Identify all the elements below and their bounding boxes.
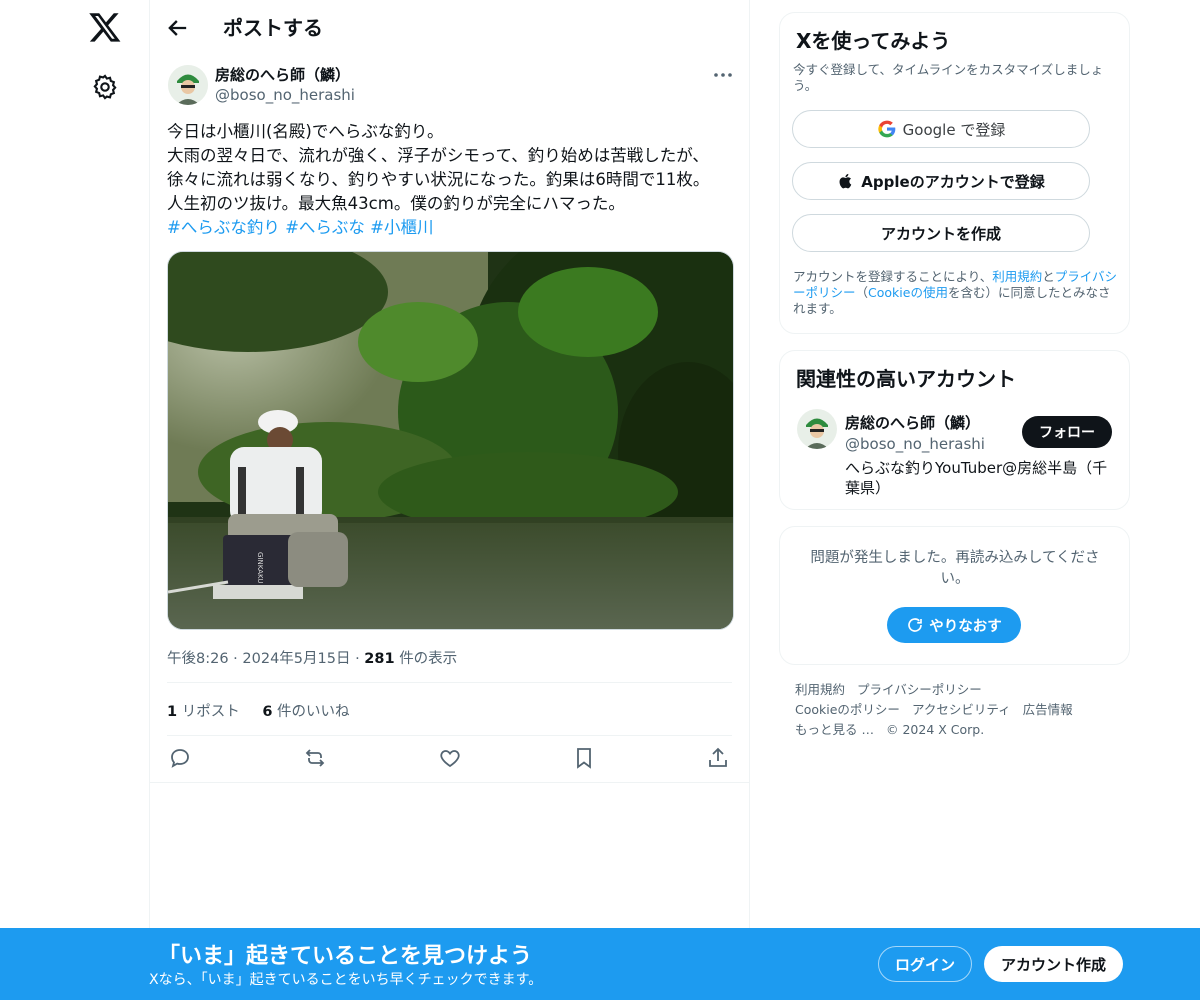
bookmark-icon[interactable] — [572, 746, 600, 774]
account-handle[interactable]: @boso_no_herashi — [845, 435, 985, 453]
follow-button[interactable]: フォロー — [1022, 416, 1112, 448]
share-icon[interactable] — [706, 746, 734, 774]
reply-icon[interactable] — [168, 746, 196, 774]
divider — [167, 735, 732, 736]
tweet-line: 人生初のツ抜け。最大魚43cm。僕の釣りが完全にハマった。 — [167, 194, 625, 213]
footer-link[interactable]: 利用規約 — [795, 682, 845, 697]
google-g-icon — [877, 120, 895, 138]
terms-link[interactable]: 利用規約 — [992, 269, 1042, 284]
footer-link[interactable]: アクセシビリティ — [912, 702, 1011, 717]
reposts-count: 1 — [167, 704, 178, 720]
retry-label: やりなおす — [929, 618, 1002, 635]
tweet-stats: 1 リポスト 6 件のいいね — [167, 700, 350, 721]
divider — [150, 782, 749, 783]
footer-link[interactable]: Cookieのポリシー — [795, 702, 900, 717]
divider — [167, 682, 732, 683]
legal-text-part: （ — [855, 285, 869, 300]
tweet-line: 徐々に流れは弱くなり、釣りやすい状況になった。釣果は6時間で11枚。 — [167, 170, 710, 189]
tweet-time[interactable]: 午後8:26 — [167, 651, 229, 667]
error-message: 問題が発生しました。再読み込みしてください。 — [810, 550, 1100, 587]
login-button[interactable]: ログイン — [878, 946, 972, 982]
retry-button[interactable]: やりなおす — [887, 607, 1021, 643]
legal-text-part: アカウントを登録することにより、 — [793, 269, 993, 284]
signup-card-title: Xを使ってみよう — [796, 29, 951, 53]
tweet-line: 今日は小櫃川(名殿)でへらぶな釣り。 — [167, 122, 444, 141]
more-options-icon[interactable] — [710, 64, 736, 86]
reposts-stat[interactable]: 1 リポスト — [167, 704, 240, 720]
google-signup-label: Google で登録 — [902, 120, 1006, 139]
reposts-label: リポスト — [181, 704, 240, 720]
like-heart-icon[interactable] — [438, 746, 466, 774]
bottom-banner: 「いま」起きていることを見つけよう Xなら、「いま」起きていることをいち早くチェ… — [0, 928, 1200, 1000]
signup-card: Xを使ってみよう 今すぐ登録して、タイムラインをカスタマイズしましょう。 Goo… — [779, 12, 1130, 334]
hashtag-link[interactable]: #へらぶな — [285, 218, 365, 237]
apple-signup-button[interactable]: Appleのアカウントで登録 — [792, 162, 1090, 200]
hashtag-link[interactable]: #小櫃川 — [370, 218, 433, 237]
apple-logo-icon — [839, 173, 852, 189]
repost-icon[interactable] — [303, 746, 331, 774]
hashtag-link[interactable]: #へらぶな釣り — [167, 218, 280, 237]
author-name[interactable]: 房総のへら師（鱗） — [215, 64, 350, 85]
hashtag-row: #へらぶな釣り #へらぶな #小櫃川 — [167, 216, 737, 240]
likes-stat[interactable]: 6 件のいいね — [262, 704, 349, 720]
refresh-icon — [908, 618, 923, 632]
legal-text: アカウントを登録することにより、利用規約とプライバシーポリシー（Cookieの使… — [793, 269, 1118, 317]
author-handle[interactable]: @boso_no_herashi — [215, 86, 355, 104]
page-title: ポストする — [223, 16, 323, 40]
tweet-text: 今日は小櫃川(名殿)でへらぶな釣り。大雨の翌々日で、流れが強く、浮子がシモって、… — [167, 120, 737, 240]
tweet-meta: 午後8:26 · 2024年5月15日 · 281 件の表示 — [167, 651, 458, 667]
main-column: ポストする 房総のへら師（鱗） @boso_no_herashi 今日は小櫃川(… — [149, 0, 750, 1000]
tweet-line: 大雨の翌々日で、流れが強く、浮子がシモって、釣り始めは苦戦したが、 — [167, 146, 709, 165]
create-account-label: アカウントを作成 — [880, 224, 1001, 243]
create-account-button[interactable]: アカウントを作成 — [792, 214, 1090, 252]
x-logo-icon[interactable] — [88, 10, 122, 44]
views-label: 件の表示 — [399, 651, 458, 667]
back-arrow-icon[interactable] — [164, 14, 192, 42]
signup-card-subtitle: 今すぐ登録して、タイムラインをカスタマイズしましょう。 — [793, 62, 1104, 93]
account-bio: へらぶな釣りYouTuber@房総半島（千葉県） — [845, 459, 1108, 497]
relevant-accounts-card: 関連性の高いアカウント 房総のへら師（鱗） @boso_no_herashi フ… — [779, 350, 1130, 510]
tweet-photo[interactable]: GINKAKU — [167, 251, 734, 630]
views-count: 281 — [364, 651, 395, 667]
account-name[interactable]: 房総のへら師（鱗） — [845, 412, 980, 433]
banner-signup-button[interactable]: アカウント作成 — [984, 946, 1123, 982]
google-signup-button[interactable]: Google で登録 — [792, 110, 1090, 148]
seat-brand-label: GINKAKU — [256, 552, 264, 584]
relevant-accounts-title: 関連性の高いアカウント — [796, 367, 1016, 391]
likes-count: 6 — [262, 704, 273, 720]
copyright: © 2024 X Corp. — [885, 722, 985, 737]
account-avatar[interactable] — [797, 409, 837, 449]
footer-links: 利用規約 プライバシーポリシー Cookieのポリシー アクセシビリティ 広告情報 も… — [795, 680, 1125, 740]
footer-link[interactable]: プライバシーポリシー — [857, 682, 982, 697]
author-avatar[interactable] — [168, 65, 208, 105]
footer-link[interactable]: もっと見る … — [795, 722, 874, 737]
cookie-link[interactable]: Cookieの使用 — [868, 285, 948, 300]
error-card: 問題が発生しました。再読み込みしてください。 やりなおす — [779, 526, 1130, 665]
legal-text-part: と — [1042, 269, 1055, 284]
footer-link[interactable]: 広告情報 — [1023, 702, 1073, 717]
likes-label: 件のいいね — [277, 704, 350, 720]
tweet-date[interactable]: 2024年5月15日 — [242, 651, 350, 667]
banner-title: 「いま」起きていることを見つけよう — [158, 944, 533, 969]
banner-subtitle: Xなら、「いま」起きていることをいち早くチェックできます。 — [149, 972, 543, 988]
apple-signup-label: Appleのアカウントで登録 — [861, 172, 1045, 191]
settings-gear-icon[interactable] — [91, 73, 119, 101]
